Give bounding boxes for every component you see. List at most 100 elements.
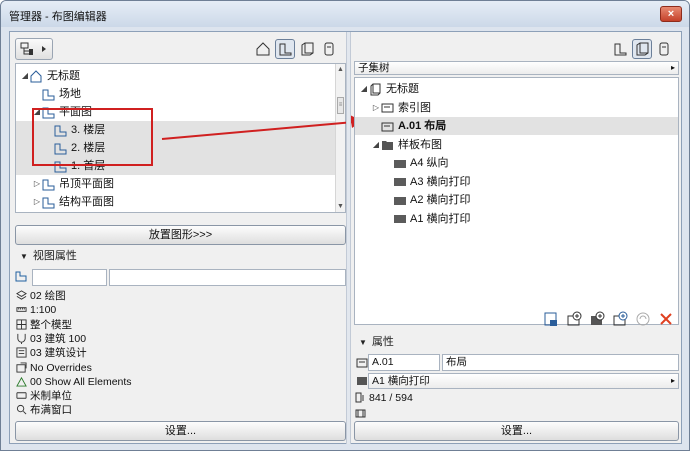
view-property-row: 布满窗口 [16, 403, 72, 418]
house-icon [256, 42, 270, 56]
model-icon [16, 319, 27, 330]
view-map-menu-button[interactable] [15, 38, 53, 60]
master-layout-value: A1 横向打印 [372, 375, 430, 387]
master-icon [394, 196, 406, 205]
collapsed-icon[interactable]: ▷ [32, 193, 42, 211]
layout-book-item[interactable]: ◢ 样板布图 [355, 136, 678, 154]
collapsed-icon[interactable]: ▷ [32, 175, 42, 193]
layout-properties-header[interactable]: ▼ 属性 [354, 334, 679, 350]
layout-book-icon [636, 42, 649, 56]
layout-book-item[interactable]: A4 纵向 [355, 154, 678, 172]
layout-id-field[interactable]: A.01 [368, 354, 440, 371]
view-properties-title: 视图属性 [32, 250, 77, 262]
book-icon [370, 83, 381, 96]
expanded-icon[interactable]: ◢ [359, 80, 369, 98]
view-property-row: 00 Show All Elements [16, 375, 132, 390]
layout-name-field[interactable]: 布局 [442, 354, 679, 371]
override-icon [16, 361, 27, 373]
view-map-item-label: 无标题 [47, 70, 80, 82]
left-settings-button[interactable]: 设置... [15, 421, 346, 441]
view-properties-header[interactable]: ▼ 视图属性 [15, 248, 346, 264]
layout-book-item-label: A4 纵向 [410, 157, 449, 169]
view-property-value: 米制单位 [30, 390, 72, 403]
view-property-value: No Overrides [30, 361, 92, 374]
layout-book-item[interactable]: A3 横向打印 [355, 173, 678, 191]
tree-menu-icon [20, 42, 46, 55]
chevron-right-icon: ▸ [670, 63, 675, 72]
right-publisher-tab[interactable] [654, 39, 674, 59]
layout-book-icon [301, 42, 314, 56]
layout-book-item[interactable]: A.01 布局 [355, 117, 678, 135]
view-property-value: 00 Show All Elements [30, 375, 132, 388]
clone-layout-icon[interactable] [612, 311, 628, 327]
layout-icon [381, 103, 394, 113]
layout-book-item[interactable]: ▷ 索引图 [355, 99, 678, 117]
view-map-item-label: 结构平面图 [59, 196, 114, 208]
pen-set-icon [17, 333, 26, 344]
place-drawing-button[interactable]: 放置图形>>> [15, 225, 346, 245]
new-master-icon[interactable] [589, 311, 605, 327]
new-subset-icon[interactable] [566, 311, 582, 327]
master-layout-dropdown[interactable]: A1 横向打印 ▸ [368, 373, 679, 389]
view-map-tab[interactable] [275, 39, 295, 59]
layout-book-item[interactable]: A2 横向打印 [355, 191, 678, 209]
view-map-item-label: 场地 [59, 88, 81, 100]
layout-book-item[interactable]: ◢ 无标题 [355, 80, 678, 98]
expanded-icon[interactable]: ◢ [20, 67, 30, 85]
story-icon [42, 197, 55, 209]
view-map-item[interactable]: 场地 [16, 85, 335, 103]
master-icon [394, 215, 406, 224]
project-icon [30, 69, 42, 83]
scale-icon [16, 307, 27, 313]
new-layout-icon[interactable] [543, 311, 559, 327]
view-map-item[interactable]: ◢ 无标题 [16, 67, 335, 85]
view-property-row: 1:100 [16, 303, 56, 318]
view-map-item[interactable]: 剖面图 [16, 211, 335, 212]
layout-id-value: A.01 [372, 356, 394, 368]
layout-size-value: 841 / 594 [369, 392, 413, 404]
collapsed-icon[interactable]: ▷ [371, 99, 381, 117]
view-map-icon [279, 43, 292, 56]
subset-label: 子集树 [358, 62, 390, 74]
story-icon [42, 179, 55, 191]
view-map-item[interactable]: ▷ 结构平面图 [16, 193, 335, 211]
story-icon [42, 89, 55, 101]
view-property-row: 米制单位 [16, 389, 72, 404]
layout-book-tab[interactable] [297, 39, 317, 59]
folder-icon [382, 141, 393, 151]
layout-name-value: 布局 [446, 356, 467, 368]
layout-book-item-label: A3 横向打印 [410, 175, 471, 188]
publisher-tab[interactable] [319, 39, 339, 59]
layout-book-item-label: 无标题 [386, 83, 419, 95]
subset-dropdown[interactable]: 子集树 ▸ [354, 61, 679, 75]
view-property-value: 03 建筑 100 [30, 332, 87, 345]
layout-book-item-label: 样板布图 [398, 138, 442, 151]
view-map-item[interactable]: ▷ 吊顶平面图 [16, 175, 335, 193]
layout-actions-toolbar [543, 311, 674, 329]
panel-splitter[interactable] [346, 32, 351, 444]
refresh-icon[interactable] [635, 311, 651, 327]
layout-book-item[interactable]: A1 横向打印 [355, 210, 678, 228]
view-property-value: 03 建筑设计 [30, 347, 87, 360]
right-layout-book-tab[interactable] [632, 39, 652, 59]
publisher-icon [659, 42, 669, 56]
expanded-icon[interactable]: ◢ [371, 136, 381, 154]
publisher-icon [324, 42, 334, 56]
layout-properties-title: 属性 [371, 336, 394, 348]
view-property-row: 03 建筑 100 [16, 332, 86, 347]
layout-book-item-label: A1 横向打印 [410, 212, 471, 225]
view-name-field[interactable] [109, 269, 346, 286]
project-map-tab[interactable] [253, 39, 273, 59]
right-view-map-tab[interactable] [610, 39, 630, 59]
view-id-field[interactable] [32, 269, 107, 286]
master-icon [394, 159, 406, 168]
right-settings-button[interactable]: 设置... [354, 421, 679, 441]
view-property-row: 03 建筑设计 [16, 346, 87, 361]
delete-icon[interactable] [658, 311, 674, 327]
close-button[interactable]: × [660, 6, 682, 22]
zoom-icon [16, 405, 27, 415]
view-property-value: 02 绘图 [30, 290, 66, 302]
dimension-icon [16, 392, 27, 399]
title-bar[interactable]: 管理器 - 布图编辑器 × [1, 1, 689, 27]
view-property-row: 02 绘图 [16, 289, 66, 304]
